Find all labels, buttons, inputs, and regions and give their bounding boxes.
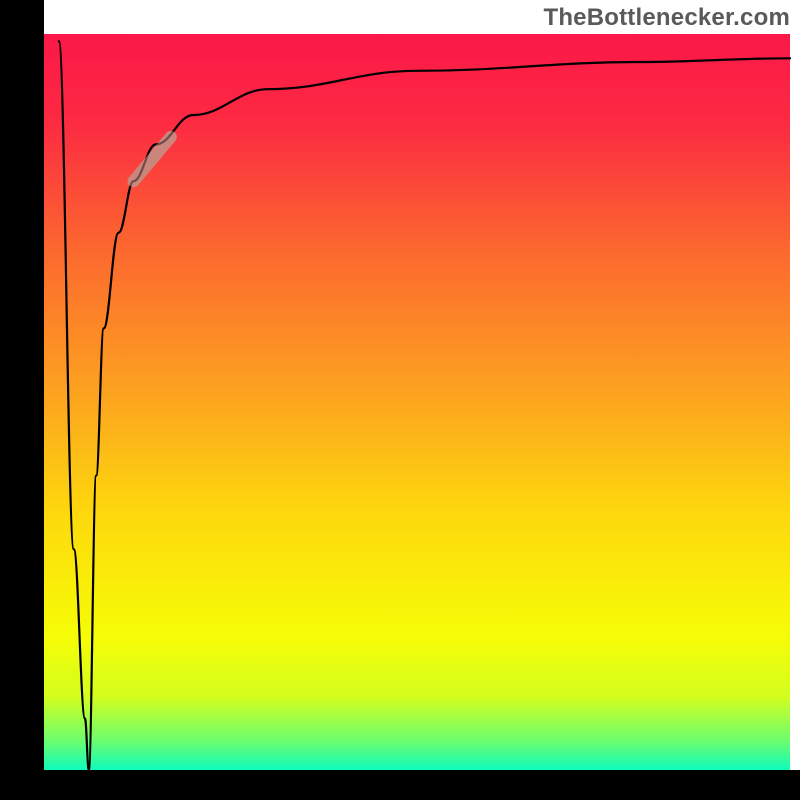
chart-stage: TheBottlenecker.com [0, 0, 800, 800]
y-axis-bar [0, 0, 44, 800]
watermark-label: TheBottlenecker.com [543, 4, 790, 32]
bottleneck-chart [0, 0, 800, 800]
x-axis-bar [0, 770, 800, 800]
